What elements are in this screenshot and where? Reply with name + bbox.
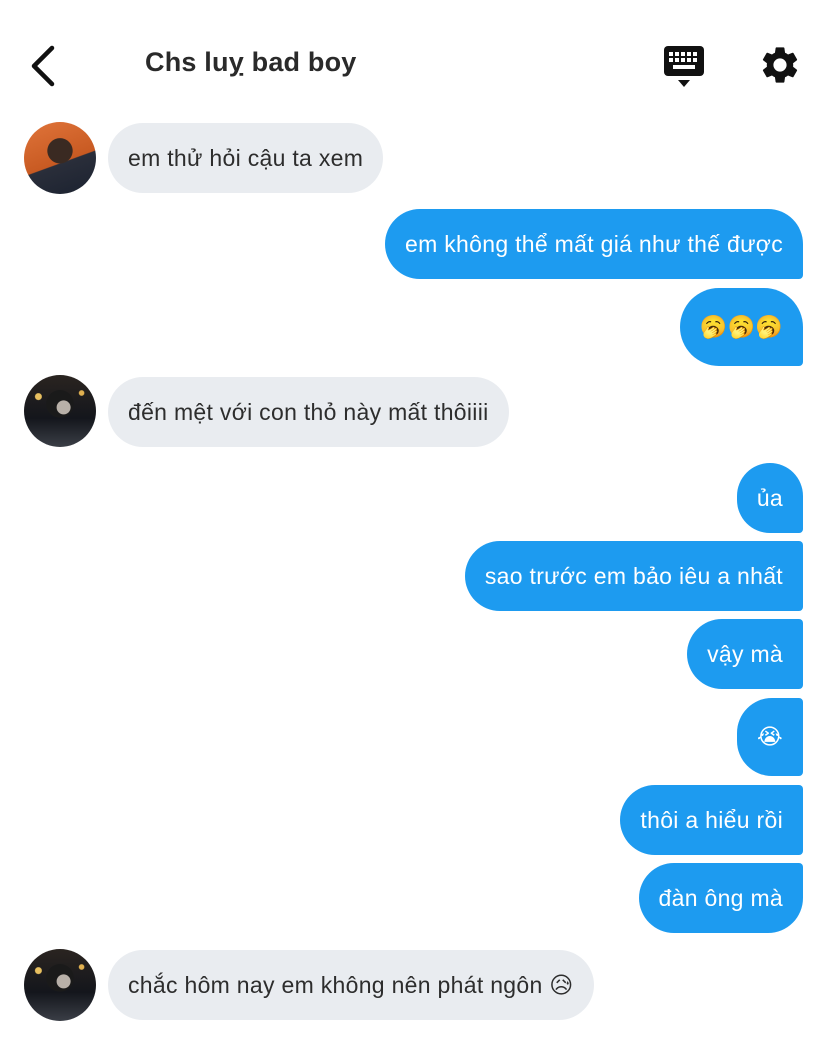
contact-avatar[interactable] bbox=[24, 949, 96, 1021]
message-bubble-outgoing: 😭 bbox=[736, 698, 803, 776]
message-bubble-outgoing: vậy mà bbox=[687, 619, 803, 689]
gear-icon bbox=[762, 47, 798, 83]
message-bubble-outgoing: ủa bbox=[736, 463, 803, 533]
message-bubble-outgoing: em không thể mất giá như thế được bbox=[385, 209, 803, 279]
keyboard-icon bbox=[664, 46, 704, 87]
message-bubble-outgoing: sao trước em bảo iêu a nhất bbox=[464, 541, 803, 611]
message-bubble-outgoing: 🥱🥱🥱 bbox=[679, 288, 803, 366]
contact-avatar[interactable] bbox=[24, 122, 96, 194]
back-arrow-icon bbox=[31, 45, 55, 87]
message-bubble-incoming: đến mệt với con thỏ này mất thôiiii bbox=[108, 377, 509, 447]
settings-button[interactable] bbox=[758, 43, 802, 87]
contact-avatar[interactable] bbox=[24, 375, 96, 447]
message-bubble-incoming: chắc hôm nay em không nên phát ngôn 😥 bbox=[108, 950, 594, 1020]
message-bubble-incoming: em thử hỏi cậu ta xem bbox=[108, 123, 384, 193]
message-bubble-outgoing: đàn ông mà bbox=[638, 863, 803, 933]
message-bubble-outgoing: thôi a hiểu rồi bbox=[620, 785, 803, 855]
chat-header: Chs luỵ bad boy bbox=[0, 0, 828, 120]
chat-title: Chs luỵ bad boy bbox=[145, 47, 357, 77]
back-button[interactable] bbox=[26, 42, 66, 90]
keyboard-button[interactable] bbox=[660, 44, 708, 90]
